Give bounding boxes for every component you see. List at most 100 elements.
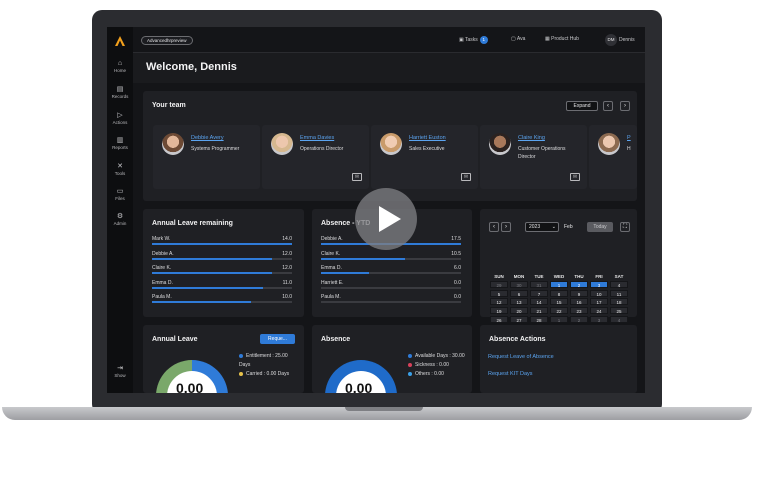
sidebar-item-reports[interactable]: ▥ Reports <box>107 137 133 150</box>
calendar-day[interactable]: 6 <box>510 289 528 297</box>
reports-icon: ▥ <box>116 137 124 144</box>
annual-leave-title: Annual Leave <box>152 336 198 343</box>
team-member-name[interactable]: Harriett Euston <box>409 135 446 141</box>
product-hub-label: Product Hub <box>551 36 579 42</box>
mail-icon[interactable]: ✉ <box>570 173 580 181</box>
calendar-day[interactable]: 16 <box>570 298 588 306</box>
calendar-day[interactable]: 14 <box>530 298 548 306</box>
calendar-day[interactable]: 28 <box>530 315 548 323</box>
calendar-day[interactable]: 26 <box>490 315 508 323</box>
calendar-day[interactable]: 4 <box>610 315 628 323</box>
calendar-day[interactable]: 19 <box>490 307 508 315</box>
fullscreen-button[interactable]: ⛶ <box>620 222 630 232</box>
team-member-card[interactable]: Claire King Customer Operations Director… <box>480 125 587 189</box>
calendar-day[interactable]: 15 <box>550 298 568 306</box>
leave-row: Paula M. 10.0 <box>152 294 292 303</box>
calendar-day[interactable]: 21 <box>530 307 548 315</box>
request-leave-of-absence-link[interactable]: Request Leave of Absence <box>488 354 554 360</box>
sidebar-item-admin[interactable]: ⚙ Admin <box>107 213 133 226</box>
calendar-prev-button[interactable]: ‹ <box>489 222 499 232</box>
calendar-day[interactable]: 30 <box>510 281 528 288</box>
calendar-day[interactable]: 3 <box>590 281 608 288</box>
expand-button[interactable]: Expand <box>566 101 598 111</box>
calendar-day[interactable]: 4 <box>610 281 628 288</box>
calendar-day[interactable]: 29 <box>490 281 508 288</box>
calendar-day[interactable]: 25 <box>610 307 628 315</box>
calendar-day[interactable]: 10 <box>590 289 608 297</box>
calendar-day[interactable]: 2 <box>570 281 588 288</box>
sidebar-item-actions[interactable]: ▷ Actions <box>107 112 133 125</box>
team-member-name[interactable]: P <box>627 135 631 141</box>
team-member-card[interactable]: Harriett Euston Sales Executive ✉ <box>371 125 478 189</box>
calendar-day[interactable]: 20 <box>510 307 528 315</box>
sidebar-item-files[interactable]: ▭ Files <box>107 188 133 201</box>
avatar <box>489 133 511 155</box>
leave-row-name: Debbie A. <box>321 236 343 242</box>
calendar-day[interactable]: 1 <box>550 281 568 288</box>
calendar-day[interactable]: 18 <box>610 298 628 306</box>
team-title: Your team <box>152 102 186 109</box>
sidebar-item-home[interactable]: ⌂ Home <box>107 60 133 73</box>
calendar-day[interactable]: 24 <box>590 307 608 315</box>
calendar-day[interactable]: 31 <box>530 281 548 288</box>
legend-label: Carried : 0.00 Days <box>246 371 290 377</box>
leave-row-name: Mark W. <box>152 236 171 242</box>
team-member-name[interactable]: Debbie Avery <box>191 135 224 141</box>
mail-icon[interactable]: ✉ <box>352 173 362 181</box>
year-select[interactable]: 2023 ⌄ <box>525 222 559 232</box>
team-prev-button[interactable]: ‹ <box>603 101 613 111</box>
leave-row: Debbie A. 12.0 <box>152 251 292 260</box>
ava-button[interactable]: ▢ Ava <box>511 36 525 42</box>
video-play-button[interactable] <box>355 188 417 250</box>
calendar-day[interactable]: 7 <box>530 289 548 297</box>
sidebar-show-button[interactable]: ⇥ Show <box>107 365 133 378</box>
leave-row-name: Paula M. <box>321 294 341 300</box>
calendar-day[interactable]: 12 <box>490 298 508 306</box>
fullscreen-icon: ⛶ <box>622 224 628 230</box>
team-member-card[interactable]: Emma Davies Operations Director ✉ <box>262 125 369 189</box>
team-next-button[interactable]: › <box>620 101 630 111</box>
calendar-day[interactable]: 11 <box>610 289 628 297</box>
calendar-day[interactable]: 13 <box>510 298 528 306</box>
expand-sidebar-icon: ⇥ <box>117 365 123 372</box>
calendar-day[interactable]: 23 <box>570 307 588 315</box>
sidebar-item-tools[interactable]: ✕ Tools <box>107 163 133 176</box>
calendar-day[interactable]: 9 <box>570 289 588 297</box>
today-button[interactable]: Today <box>587 222 613 232</box>
mail-icon[interactable]: ✉ <box>461 173 471 181</box>
sidebar-item-records[interactable]: ▤ Records <box>107 86 133 99</box>
product-hub-button[interactable]: ▦ Product Hub <box>545 36 579 42</box>
leave-bar-fill <box>152 286 263 289</box>
team-member-card[interactable]: P H <box>589 125 637 189</box>
calendar-day-header: SAT <box>614 274 624 279</box>
calendar-day[interactable]: 22 <box>550 307 568 315</box>
calendar-next-button[interactable]: › <box>501 222 511 232</box>
user-menu[interactable]: DM Dennis <box>605 34 635 46</box>
folder-icon: ▭ <box>116 188 124 195</box>
calendar-day[interactable]: 8 <box>550 289 568 297</box>
sidebar-item-label: Records <box>111 94 129 99</box>
calendar-day[interactable]: 5 <box>490 289 508 297</box>
leave-row: Harriett E. 0.0 <box>321 280 461 289</box>
legend-dot <box>239 353 243 358</box>
leave-bar-fill <box>152 301 252 303</box>
leave-row-value: 12.0 <box>282 265 292 271</box>
avatar <box>598 133 620 155</box>
sidebar-item-label: Tools <box>114 171 126 176</box>
calendar-day-header: THU <box>574 274 584 279</box>
leave-row: Emma D. 6.0 <box>321 265 461 274</box>
calendar-day[interactable]: 27 <box>510 315 528 323</box>
team-member-name[interactable]: Claire King <box>518 135 545 141</box>
calendar-day[interactable]: 3 <box>590 315 608 323</box>
brand-logo-icon[interactable] <box>114 35 126 47</box>
request-leave-button[interactable]: Reque... <box>260 334 295 344</box>
team-member-card[interactable]: Debbie Avery Systems Programmer <box>153 125 260 189</box>
tasks-button[interactable]: ▣ Tasks 1 <box>459 36 488 44</box>
calendar-day[interactable]: 17 <box>590 298 608 306</box>
leave-row-name: Claire K. <box>152 265 172 271</box>
calendar-day[interactable]: 2 <box>570 315 588 323</box>
request-kit-days-link[interactable]: Request KIT Days <box>488 371 533 377</box>
team-member-name[interactable]: Emma Davies <box>300 135 334 141</box>
environment-pill: Advancedhrpreview <box>141 36 193 45</box>
calendar-day[interactable]: 1 <box>550 315 568 323</box>
